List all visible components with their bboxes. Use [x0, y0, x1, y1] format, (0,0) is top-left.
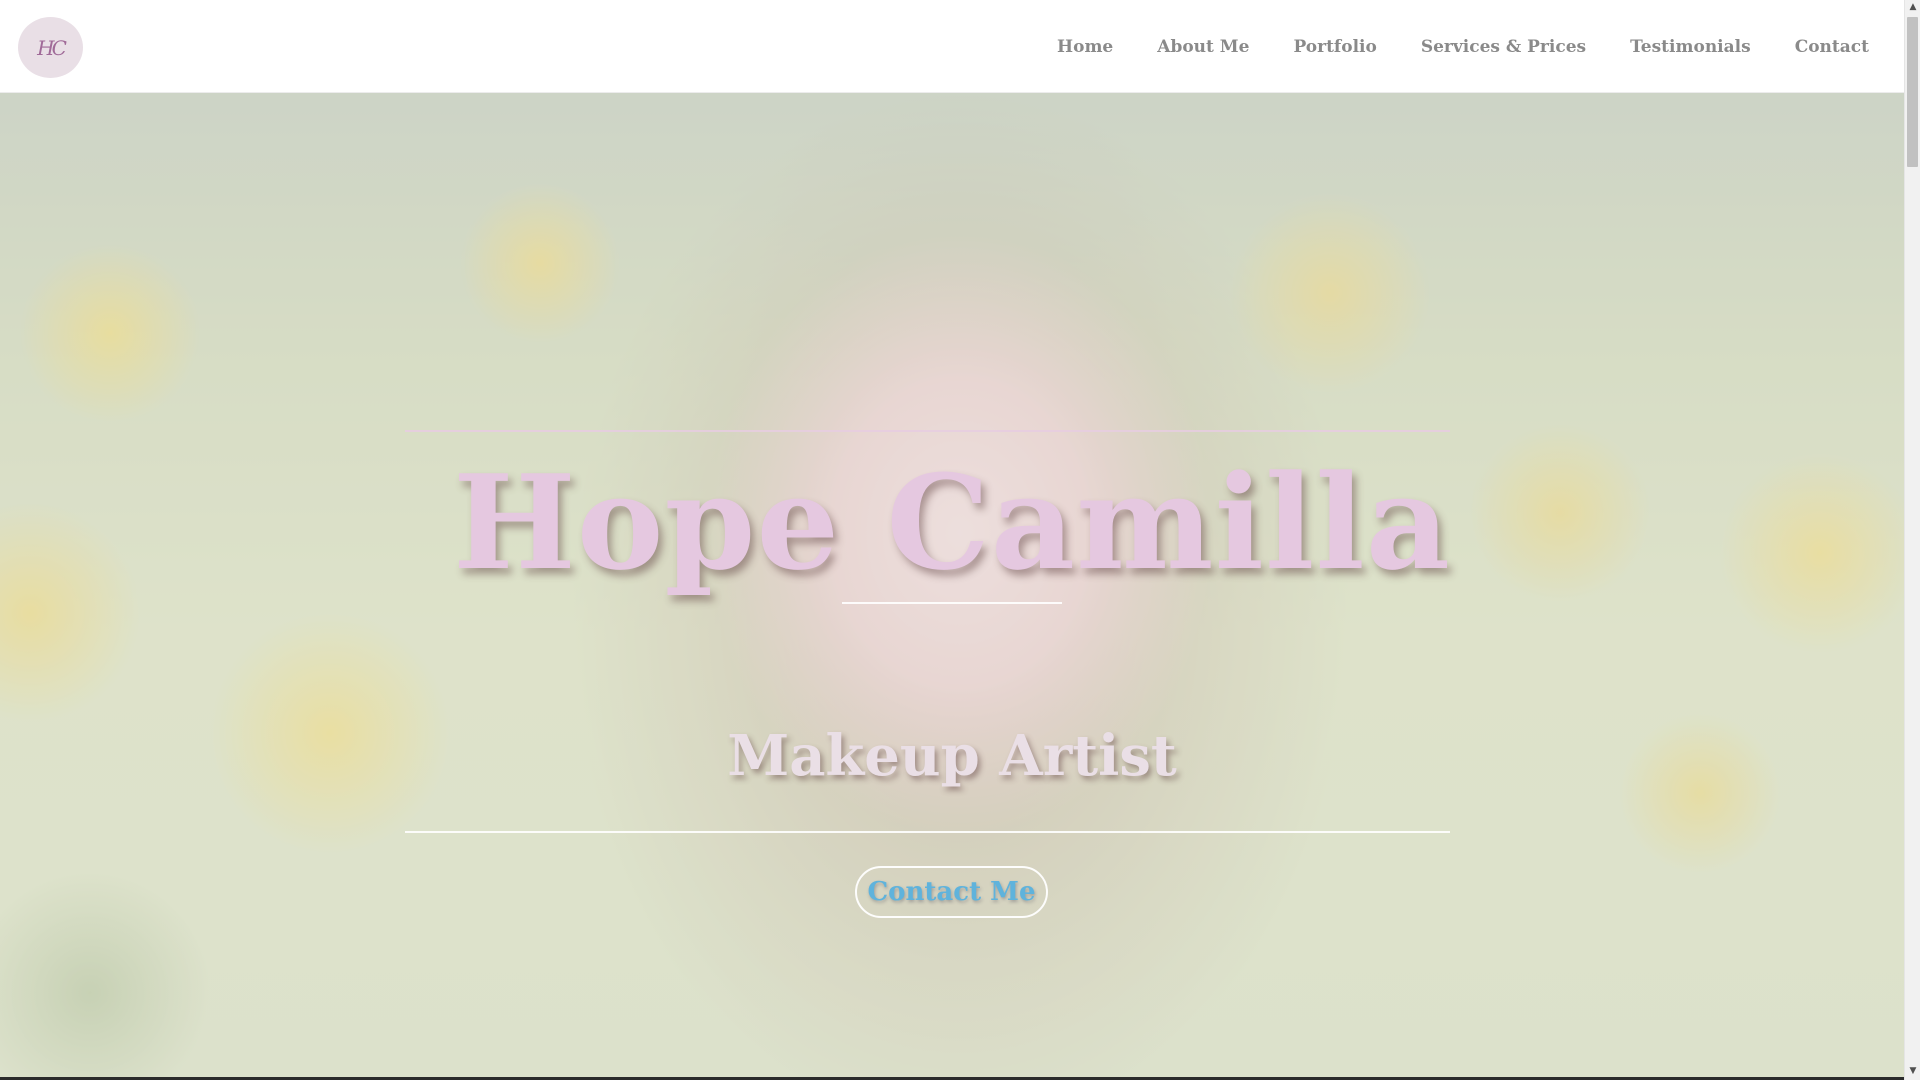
- nav-link-services-prices[interactable]: Services & Prices: [1421, 37, 1586, 57]
- hero-section: Hope Camilla Makeup Artist Contact Me: [0, 93, 1904, 1080]
- nav-link-portfolio[interactable]: Portfolio: [1293, 37, 1376, 57]
- nav-link-testimonials[interactable]: Testimonials: [1630, 37, 1751, 57]
- hero-subtitle: Makeup Artist: [727, 723, 1177, 789]
- logo-monogram: HC: [37, 35, 67, 60]
- scroll-thumb[interactable]: [1907, 17, 1918, 167]
- nav-link-about-me[interactable]: About Me: [1157, 37, 1249, 57]
- main-navigation: Home About Me Portfolio Services & Price…: [1057, 0, 1869, 93]
- hero-divider-middle: [842, 602, 1062, 604]
- nav-link-contact[interactable]: Contact: [1795, 37, 1869, 57]
- scroll-down-arrow-icon[interactable]: ▼: [1905, 1064, 1920, 1078]
- hero-title: Hope Camilla: [452, 446, 1452, 599]
- hero-divider-bottom: [405, 831, 1450, 833]
- nav-link-home[interactable]: Home: [1057, 37, 1113, 57]
- scroll-up-arrow-icon[interactable]: ▲: [1905, 0, 1920, 14]
- site-logo[interactable]: HC: [18, 17, 83, 78]
- page-scrollbar[interactable]: ▲ ▼: [1904, 0, 1920, 1080]
- top-navbar: HC Home About Me Portfolio Services & Pr…: [0, 0, 1904, 93]
- contact-me-button[interactable]: Contact Me: [855, 866, 1048, 918]
- hero-divider-top: [405, 430, 1450, 432]
